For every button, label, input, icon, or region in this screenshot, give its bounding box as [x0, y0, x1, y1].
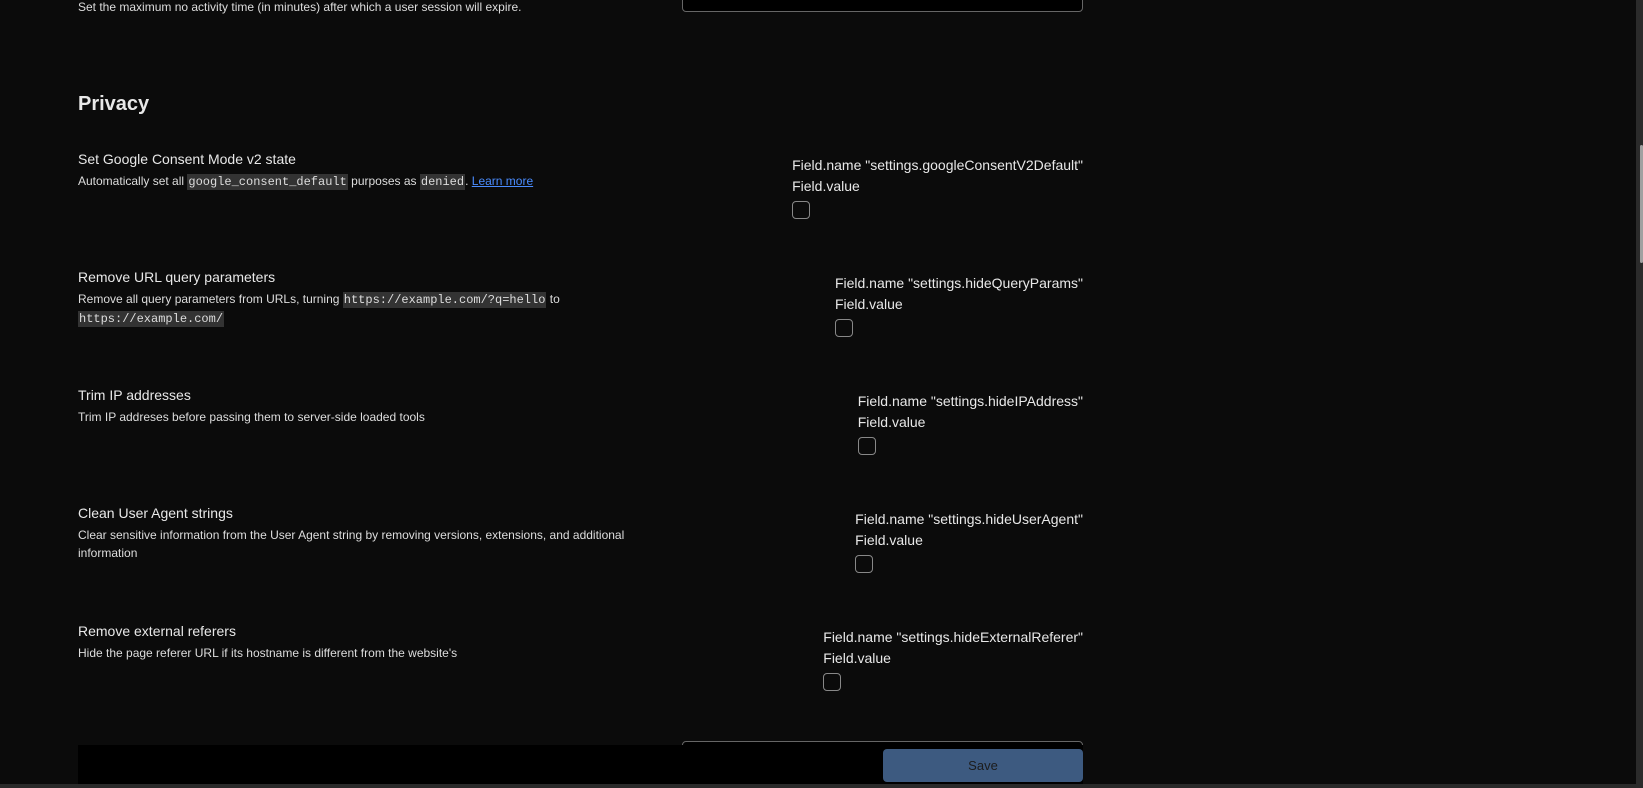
code-snippet: https://example.com/?q=hello — [342, 292, 547, 308]
bottom-edge — [0, 784, 1643, 788]
setting-description: Trim IP addreses before passing them to … — [78, 410, 425, 424]
setting-title: Remove URL query parameters — [78, 269, 276, 285]
scrollbar-track[interactable] — [1636, 0, 1643, 788]
desc-text: to — [546, 292, 560, 306]
session-timeout-description: Set the maximum no activity time (in min… — [78, 0, 522, 14]
save-button[interactable]: Save — [883, 749, 1083, 782]
desc-text: . — [465, 174, 472, 188]
field-value-label: Field.value — [855, 532, 923, 548]
setting-description: Clear sensitive information from the Use… — [78, 528, 625, 560]
hide-user-agent-checkbox[interactable] — [855, 555, 874, 573]
setting-title: Remove external referers — [78, 623, 236, 639]
field-value-label: Field.value — [857, 414, 926, 430]
setting-description: Remove all query parameters from URLs, t… — [78, 290, 658, 328]
setting-description: Automatically set all google_consent_def… — [78, 172, 658, 191]
setting-google-consent: Set Google Consent Mode v2 state Automat… — [0, 151, 1100, 261]
setting-hide-ip: Trim IP addresses Trim IP addreses befor… — [0, 387, 1100, 497]
setting-title: Set Google Consent Mode v2 state — [78, 151, 296, 167]
field-debug: Field.name "settings.hideQueryParams" Fi… — [834, 273, 1083, 337]
privacy-heading: Privacy — [78, 93, 150, 115]
setting-title: Clean User Agent strings — [78, 505, 233, 521]
session-timeout-input[interactable] — [682, 0, 1083, 12]
field-value-label: Field.value — [834, 296, 903, 312]
setting-hide-query-params: Remove URL query parameters Remove all q… — [0, 269, 1100, 379]
field-debug: Field.name "settings.hideIPAddress" Fiel… — [857, 391, 1083, 455]
learn-more-link[interactable]: Learn more — [472, 174, 533, 188]
code-snippet: google_consent_default — [187, 174, 348, 190]
hide-external-referer-checkbox[interactable] — [823, 673, 842, 691]
setting-description: Hide the page referer URL if its hostnam… — [78, 646, 458, 660]
field-name-label: Field.name "settings.googleConsentV2Defa… — [792, 157, 1083, 173]
desc-text: Automatically set all — [78, 174, 188, 188]
google-consent-checkbox[interactable] — [792, 201, 811, 219]
field-name-label: Field.name "settings.hideExternalReferer… — [823, 629, 1083, 645]
field-value-label: Field.value — [792, 178, 860, 194]
setting-hide-external-referer: Remove external referers Hide the page r… — [0, 623, 1100, 733]
setting-hide-user-agent: Clean User Agent strings Clear sensitive… — [0, 505, 1100, 615]
field-name-label: Field.name "settings.hideQueryParams" — [834, 275, 1083, 291]
field-debug: Field.name "settings.hideExternalReferer… — [823, 627, 1083, 691]
hide-query-params-checkbox[interactable] — [834, 319, 853, 337]
field-name-label: Field.name "settings.hideUserAgent" — [855, 511, 1083, 527]
field-debug: Field.name "settings.googleConsentV2Defa… — [792, 155, 1083, 219]
field-value-label: Field.value — [823, 650, 891, 666]
field-name-label: Field.name "settings.hideIPAddress" — [857, 393, 1083, 409]
desc-text: Remove all query parameters from URLs, t… — [78, 292, 343, 306]
setting-title: Trim IP addresses — [78, 387, 191, 403]
code-snippet: https://example.com/ — [78, 311, 225, 327]
hide-ip-checkbox[interactable] — [857, 437, 876, 455]
desc-text: purposes as — [347, 174, 420, 188]
field-debug: Field.name "settings.hideUserAgent" Fiel… — [855, 509, 1083, 573]
code-snippet: denied — [419, 174, 466, 190]
